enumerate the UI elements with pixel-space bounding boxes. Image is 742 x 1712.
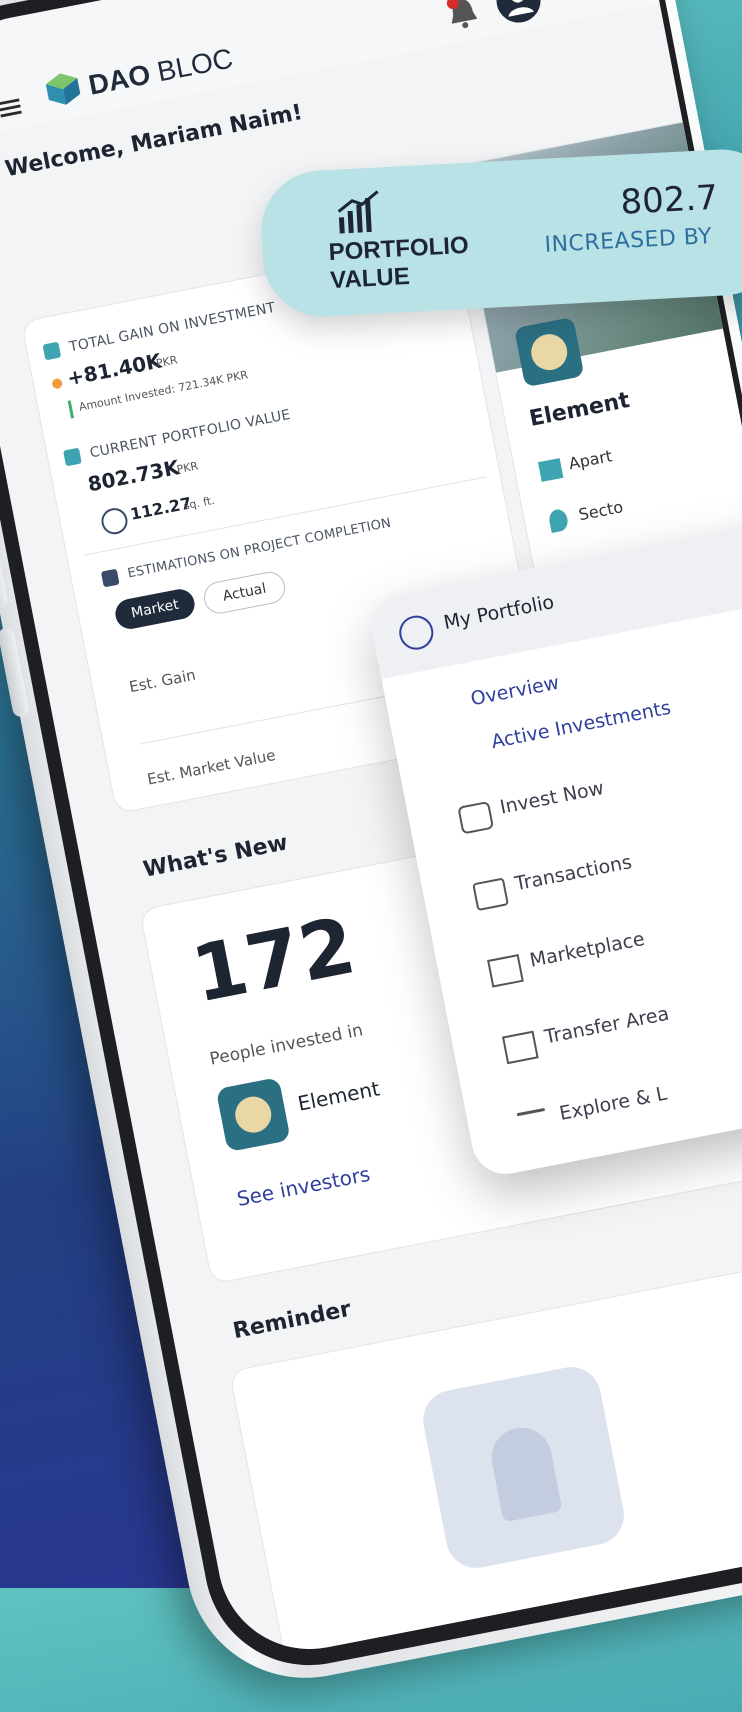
location-pin-icon: [547, 507, 570, 533]
notification-bell-icon[interactable]: [442, 0, 483, 34]
reminder-illustration: [418, 1362, 630, 1574]
project-type: Apart: [567, 446, 614, 474]
project-location: Secto: [577, 497, 625, 525]
invested-bar: [67, 400, 75, 419]
current-value: 802.73K: [85, 455, 182, 497]
estimations-label: ESTIMATIONS ON PROJECT COMPLETION: [126, 515, 393, 582]
invested-caption: People invested in: [208, 1020, 365, 1070]
menu-item-active-investments[interactable]: Active Investments: [489, 697, 672, 753]
area-value: 112.27: [128, 493, 193, 524]
reminder-title: Reminder: [230, 1296, 354, 1345]
invested-project-name: Element: [295, 1076, 382, 1116]
popup-value: 802.7: [619, 177, 719, 223]
card-icon: [472, 877, 509, 912]
hamburger-menu-icon[interactable]: ≡: [0, 85, 28, 130]
project-logo-icon: [215, 1077, 291, 1153]
menu-item-marketplace[interactable]: Marketplace: [528, 928, 646, 972]
see-investors-link[interactable]: See investors: [235, 1162, 372, 1211]
checkbox-icon: [63, 447, 82, 467]
apartment-icon: [538, 458, 564, 482]
project-name: Element: [527, 387, 632, 432]
user-avatar-icon[interactable]: [492, 0, 545, 27]
toggle-market-button[interactable]: Market: [112, 586, 198, 632]
brand-name: DAO BLOC: [85, 42, 236, 101]
gain-dot-icon: [51, 377, 64, 390]
total-gain-label: TOTAL GAIN ON INVESTMENT: [67, 299, 277, 356]
popup-subtitle: INCREASED BY: [544, 224, 713, 258]
menu-item-transfer-area[interactable]: Transfer Area: [543, 1003, 671, 1049]
project-logo-icon: [514, 316, 585, 388]
est-gain-label: Est. Gain: [127, 665, 198, 697]
popup-title-line1: PORTFOLIO: [328, 231, 470, 267]
menu-item-transactions[interactable]: Transactions: [513, 851, 634, 895]
investor-count: 172: [185, 901, 363, 1021]
menu-item-invest-now[interactable]: Invest Now: [498, 777, 606, 819]
est-market-value-label: Est. Market Value: [145, 745, 277, 789]
chart-up-icon: [337, 190, 379, 234]
app-header: ≡ DAO BLOC: [0, 0, 660, 144]
chart-icon: [100, 568, 120, 588]
menu-item-explore[interactable]: Explore & L: [558, 1083, 669, 1125]
total-gain-unit: PKR: [154, 353, 179, 371]
current-value-label: CURRENT PORTFOLIO VALUE: [88, 406, 292, 462]
toggle-actual-button[interactable]: Actual: [201, 569, 288, 617]
area-grid-icon: [99, 505, 130, 537]
logo-icon: [45, 73, 81, 105]
whats-new-title: What's New: [141, 830, 290, 883]
building-icon: [487, 954, 524, 988]
graduation-cap-icon: [516, 1107, 550, 1140]
menu-item-overview[interactable]: Overview: [469, 672, 561, 711]
total-gain-value: +81.40K: [65, 348, 164, 391]
building-icon: [501, 1030, 539, 1065]
current-value-unit: PKR: [175, 459, 200, 477]
popup-title-line2: VALUE: [329, 262, 411, 295]
portfolio-value-popup: PORTFOLIO VALUE 802.7 INCREASED BY: [258, 146, 742, 320]
money-hand-icon: [457, 800, 495, 835]
checkbox-icon: [42, 341, 62, 361]
